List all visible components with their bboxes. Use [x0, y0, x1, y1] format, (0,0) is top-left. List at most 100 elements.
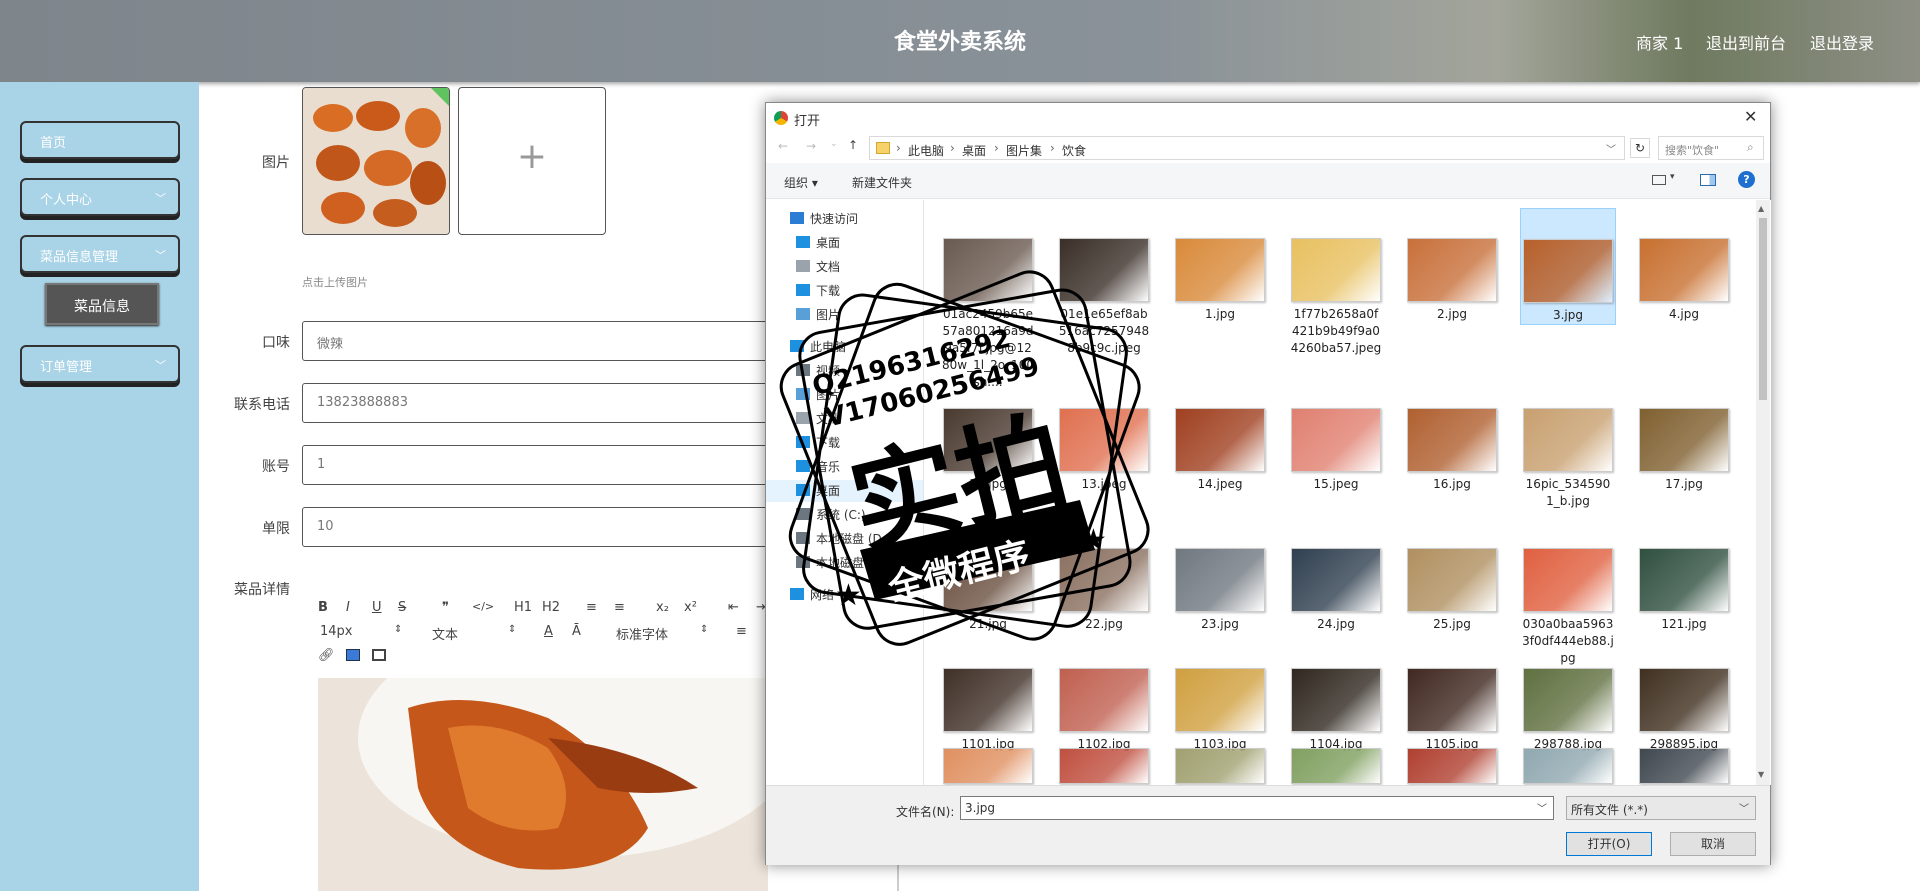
file-item[interactable] [1520, 748, 1616, 785]
limit-input[interactable]: 10 [302, 507, 782, 547]
superscript-button[interactable]: x² [684, 600, 697, 615]
file-item[interactable]: 4.jpg [1636, 208, 1732, 323]
file-item[interactable]: 12.jpg [940, 378, 1036, 493]
preview-pane-icon[interactable] [1700, 174, 1716, 186]
sidebar-item-profile[interactable]: 个人中心 ﹀ [20, 178, 180, 216]
open-button[interactable]: 打开(O) [1566, 832, 1652, 856]
nav-item[interactable]: 图片 [796, 384, 840, 406]
close-icon[interactable]: ✕ [1744, 107, 1757, 126]
file-item[interactable]: 24.jpg [1288, 518, 1384, 633]
new-folder-button[interactable]: 新建文件夹 [852, 174, 912, 191]
filetype-select[interactable]: 所有文件 (*.*) ﹀ [1566, 796, 1756, 820]
strike-button[interactable]: S [398, 600, 406, 615]
nav-item[interactable]: 快速访问 [790, 208, 858, 230]
file-item[interactable]: 16pic_5345901_b.jpg [1520, 378, 1616, 510]
font-family-select[interactable]: 标准字体 [616, 624, 668, 643]
nav-item[interactable]: 下载 [796, 432, 840, 454]
file-item[interactable]: 1f77b2658a0f421b9b49f9a04260ba57.jpeg [1288, 208, 1384, 357]
sidebar-item-orders[interactable]: 订单管理 ﹀ [20, 345, 180, 383]
sidebar-subitem-dish-info[interactable]: 菜品信息 [45, 283, 159, 325]
align-icon[interactable]: ≡ [736, 624, 747, 639]
chevron-down-icon[interactable]: ⌄ [830, 139, 838, 149]
bullet-list-button[interactable]: ≡ [614, 600, 625, 615]
file-item[interactable]: 25.jpg [1404, 518, 1500, 633]
chevron-down-icon[interactable]: ▾ [1670, 172, 1675, 182]
file-item[interactable]: 21.jpg [940, 518, 1036, 633]
file-item[interactable]: 1101.jpg [940, 638, 1036, 753]
uploaded-image[interactable] [302, 87, 450, 235]
file-item[interactable]: 17.jpg [1636, 378, 1732, 493]
file-item[interactable] [1404, 748, 1500, 785]
video-icon[interactable] [372, 649, 386, 661]
file-item[interactable] [1288, 748, 1384, 785]
sidebar-item-dish-management[interactable]: 菜品信息管理 ﹀ [20, 235, 180, 273]
file-item[interactable]: 1102.jpg [1056, 638, 1152, 753]
add-image-button[interactable]: + [458, 87, 606, 235]
file-item[interactable]: 01e1e65ef8ab516ac72579488b9c9c.jpeg [1056, 208, 1152, 357]
nav-item[interactable]: 图片 [796, 304, 840, 326]
filename-input[interactable]: 3.jpg ﹀ [960, 796, 1554, 820]
file-item[interactable]: 16.jpg [1404, 378, 1500, 493]
file-item[interactable]: 14.jpeg [1172, 378, 1268, 493]
file-item[interactable]: 15.jpeg [1288, 378, 1384, 493]
nav-item[interactable]: 桌面 [766, 480, 923, 502]
file-item[interactable]: 298895.jpg [1636, 638, 1732, 753]
file-item[interactable]: 2.jpg [1404, 208, 1500, 323]
file-item[interactable] [1172, 748, 1268, 785]
file-item[interactable]: 23.jpg [1172, 518, 1268, 633]
quote-button[interactable]: ❞ [442, 600, 449, 615]
view-options-icon[interactable] [1652, 175, 1666, 185]
font-size-select[interactable]: 14px [320, 624, 353, 639]
nav-item[interactable]: 视频 [796, 360, 840, 382]
link-icon[interactable]: 🔗︎ [318, 648, 335, 663]
file-item[interactable] [1056, 748, 1152, 785]
underline-button[interactable]: U [372, 600, 382, 615]
file-item[interactable]: 22.jpg [1056, 518, 1152, 633]
file-item[interactable]: 121.jpg [1636, 518, 1732, 633]
scroll-thumb[interactable] [1759, 218, 1767, 400]
font-color-icon[interactable]: A [544, 624, 553, 639]
nav-item[interactable]: 桌面 [796, 232, 840, 254]
help-icon[interactable]: ? [1738, 171, 1755, 188]
breadcrumb-item[interactable]: 图片集 [1006, 142, 1042, 159]
nav-item[interactable]: 下载 [796, 280, 840, 302]
refresh-icon[interactable]: ↻ [1630, 138, 1650, 158]
subscript-button[interactable]: x₂ [656, 600, 669, 615]
nav-item[interactable]: 系统 (C:) [796, 504, 866, 526]
file-item[interactable]: 01ac2459b65e57a801216a9d9a5f7f.jpg@1280w… [940, 208, 1036, 391]
search-input[interactable]: 搜索"饮食" ⌕ [1658, 136, 1764, 160]
outdent-button[interactable]: ⇤ [728, 600, 739, 615]
file-item[interactable] [940, 748, 1036, 785]
up-icon[interactable]: ↑ [848, 138, 858, 152]
chevron-down-icon[interactable]: ﹀ [1739, 800, 1749, 815]
logout-link[interactable]: 退出登录 [1810, 30, 1874, 54]
chevron-down-icon[interactable]: ﹀ [1537, 800, 1547, 815]
back-icon[interactable]: ← [778, 139, 788, 153]
h1-button[interactable]: H1 [514, 600, 532, 615]
file-item[interactable]: 3.jpg [1520, 208, 1616, 325]
account-input[interactable]: 1 [302, 445, 782, 485]
merchant-link[interactable]: 商家 1 [1636, 30, 1683, 54]
text-kind-select[interactable]: 文本 [432, 624, 458, 643]
nav-item[interactable]: 音乐 [796, 456, 840, 478]
ordered-list-button[interactable]: ≡ [586, 600, 597, 615]
h2-button[interactable]: H2 [542, 600, 560, 615]
file-item[interactable]: 1104.jpg [1288, 638, 1384, 753]
file-item[interactable]: 1103.jpg [1172, 638, 1268, 753]
italic-button[interactable]: I [346, 600, 350, 615]
scroll-up-icon[interactable]: ▲ [1758, 204, 1764, 213]
chevron-down-icon[interactable]: ﹀ [1606, 141, 1616, 156]
nav-item[interactable]: 文档 [796, 408, 840, 430]
nav-item[interactable]: 文档 [796, 256, 840, 278]
breadcrumb[interactable]: › 此电脑 › 桌面 › 图片集 › 饮食 ﹀ [869, 136, 1625, 160]
background-color-icon[interactable]: Ā [572, 624, 581, 639]
bold-button[interactable]: B [318, 600, 328, 615]
taste-input[interactable]: 微辣 [302, 321, 782, 361]
sidebar-item-home[interactable]: 首页 [20, 121, 180, 159]
file-item[interactable] [1636, 748, 1732, 785]
organize-button[interactable]: 组织 ▾ [784, 174, 818, 191]
breadcrumb-item[interactable]: 此电脑 [908, 142, 944, 159]
image-icon[interactable] [346, 649, 360, 661]
exit-to-front-link[interactable]: 退出到前台 [1706, 30, 1786, 54]
file-item[interactable]: 298788.jpg [1520, 638, 1616, 753]
